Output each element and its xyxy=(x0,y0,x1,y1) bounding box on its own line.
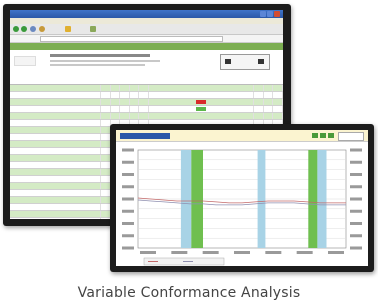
highlight-band xyxy=(257,150,266,248)
minimize-icon[interactable] xyxy=(260,11,266,17)
y-tick-label xyxy=(122,197,134,201)
status-flag-green xyxy=(196,107,207,111)
y2-tick-label xyxy=(350,148,362,152)
browser-toolbar xyxy=(10,24,283,35)
y2-tick-label xyxy=(350,185,362,189)
x-tick-label xyxy=(140,251,156,254)
chart-toolbar xyxy=(116,130,368,142)
caption-text: Variable Conformance Analysis xyxy=(77,285,301,301)
y-tick-label xyxy=(122,160,134,164)
close-icon[interactable] xyxy=(274,11,280,17)
highlight-band xyxy=(180,150,192,248)
y-tick-label xyxy=(122,173,134,176)
x-tick-label xyxy=(202,251,219,254)
address-bar[interactable] xyxy=(10,35,283,43)
forward-icon[interactable] xyxy=(21,26,27,32)
front-application-window xyxy=(110,124,374,272)
refresh-icon[interactable] xyxy=(30,26,36,32)
table-row[interactable] xyxy=(10,91,283,99)
y2-tick-label xyxy=(350,173,362,176)
table-row[interactable] xyxy=(10,112,283,120)
x-tick-label xyxy=(328,251,344,254)
chart-tool-icon[interactable] xyxy=(320,133,326,138)
y2-tick-label xyxy=(350,209,362,213)
maximize-icon[interactable] xyxy=(267,11,273,17)
page-header-bar xyxy=(10,43,283,50)
x-tick-label xyxy=(171,251,188,254)
next-page-icon[interactable] xyxy=(258,59,264,64)
report-header xyxy=(10,50,283,85)
toolbar-action-icon[interactable] xyxy=(90,26,96,32)
report-title xyxy=(50,54,150,57)
y2-tick-label xyxy=(350,246,362,250)
favorites-icon[interactable] xyxy=(65,26,71,32)
chart-tab[interactable] xyxy=(120,133,170,139)
report-description-line xyxy=(50,60,160,62)
highlight-band xyxy=(317,150,327,248)
chart-tool-icon[interactable] xyxy=(312,133,318,138)
back-icon[interactable] xyxy=(13,26,19,32)
address-input[interactable] xyxy=(40,36,223,42)
y-tick-label xyxy=(122,246,134,250)
highlight-band xyxy=(308,150,318,248)
x-tick-label xyxy=(234,251,250,254)
y-tick-label xyxy=(122,234,134,238)
y2-tick-label xyxy=(350,234,362,238)
y-tick-label xyxy=(122,209,134,213)
y-tick-label xyxy=(122,148,134,152)
highlight-band xyxy=(191,150,203,248)
previous-page-icon[interactable] xyxy=(225,59,231,64)
chart-zoom-box[interactable] xyxy=(338,132,364,141)
table-row[interactable] xyxy=(10,105,283,113)
y-tick-label xyxy=(122,222,134,225)
table-row[interactable] xyxy=(10,98,283,106)
y2-tick-label xyxy=(350,160,362,164)
pager-control[interactable] xyxy=(220,54,270,70)
y2-tick-label xyxy=(350,197,362,201)
x-tick-label xyxy=(265,251,282,254)
y-tick-label xyxy=(122,185,134,189)
home-icon[interactable] xyxy=(39,26,45,32)
chart-tool-icon[interactable] xyxy=(328,133,334,138)
report-description-line xyxy=(50,64,145,66)
x-tick-label xyxy=(296,251,313,254)
status-flag-red xyxy=(196,100,207,104)
line-chart xyxy=(122,148,362,266)
back-window-title-bar xyxy=(10,10,283,18)
y2-tick-label xyxy=(350,222,362,225)
front-window-screen xyxy=(116,130,368,266)
report-logo xyxy=(14,56,36,66)
